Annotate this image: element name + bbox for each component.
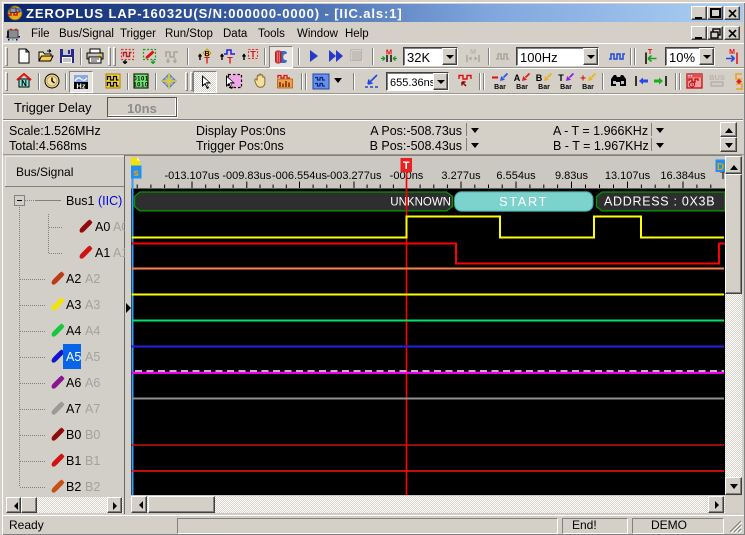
svg-text:T: T bbox=[204, 56, 210, 65]
svg-text:+: + bbox=[580, 74, 586, 85]
svg-text:Bar: Bar bbox=[560, 84, 572, 90]
svg-text:16.384us: 16.384us bbox=[660, 170, 706, 182]
svg-text:Hz: Hz bbox=[76, 82, 85, 91]
svg-text:13.107us: 13.107us bbox=[605, 170, 651, 182]
svg-text:Bar: Bar bbox=[538, 84, 550, 90]
svg-text:T: T bbox=[648, 49, 653, 56]
svg-text:A: A bbox=[514, 73, 521, 83]
svg-text:-009.83us: -009.83us bbox=[222, 170, 271, 182]
svg-text:-006.554us: -006.554us bbox=[272, 170, 328, 182]
svg-text:s: s bbox=[133, 168, 139, 179]
svg-text:T: T bbox=[227, 56, 233, 65]
svg-text:-013.107us: -013.107us bbox=[164, 170, 220, 182]
svg-text:1010: 1010 bbox=[133, 83, 149, 89]
svg-text:3.277us: 3.277us bbox=[441, 170, 481, 182]
svg-text:Bar: Bar bbox=[582, 84, 594, 90]
svg-text:9.83us: 9.83us bbox=[555, 170, 589, 182]
svg-text:Bar: Bar bbox=[516, 84, 528, 90]
svg-text:6.554us: 6.554us bbox=[496, 170, 536, 182]
svg-text:-003.277us: -003.277us bbox=[326, 170, 382, 182]
svg-text:M: M bbox=[470, 49, 476, 56]
svg-text:UNKNOWN: UNKNOWN bbox=[390, 197, 451, 209]
svg-text:START: START bbox=[499, 194, 548, 209]
svg-text:BUS: BUS bbox=[709, 73, 725, 82]
svg-text:M: M bbox=[729, 49, 735, 56]
svg-text:D: D bbox=[717, 162, 724, 173]
svg-text:T: T bbox=[403, 160, 410, 172]
svg-text:ADDRESS : 0X3B: ADDRESS : 0X3B bbox=[604, 195, 715, 209]
svg-text:Bar: Bar bbox=[494, 84, 506, 90]
svg-text:T: T bbox=[250, 50, 256, 60]
svg-text:B: B bbox=[536, 73, 543, 83]
svg-text:T: T bbox=[558, 73, 564, 83]
svg-text:N: N bbox=[21, 79, 27, 88]
